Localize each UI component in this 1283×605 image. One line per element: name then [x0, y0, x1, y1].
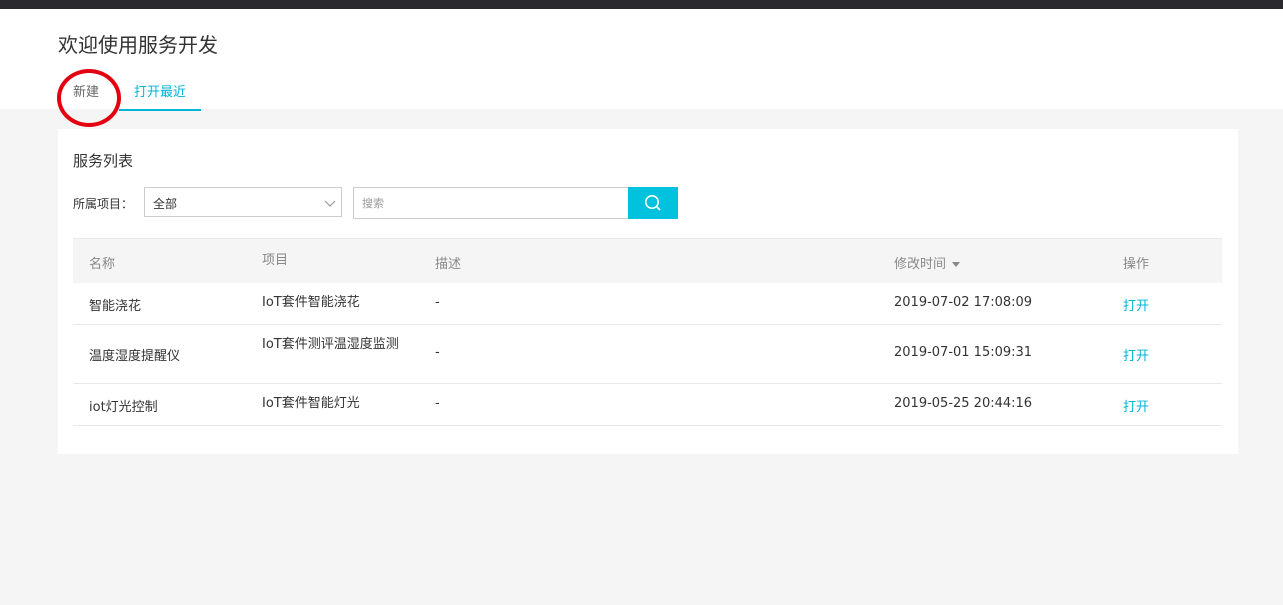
tab-open-recent[interactable]: 打开最近 [119, 81, 202, 111]
cell-project: IoT套件智能灯光 [262, 396, 360, 411]
service-table: 名称 项目 描述 修改时间 操作 智能浇花 IoT套件智能浇花 - 2019-0… [73, 238, 1222, 426]
column-header-modified-label: 修改时间 [894, 257, 947, 272]
search-input[interactable] [353, 187, 629, 219]
table-header: 名称 项目 描述 修改时间 操作 [73, 238, 1222, 283]
cell-modified: 2019-05-25 20:44:16 [894, 396, 1033, 411]
page-header: 欢迎使用服务开发 新建 打开最近 [0, 9, 1283, 111]
open-link[interactable]: 打开 [1123, 396, 1149, 415]
column-header-name: 名称 [89, 257, 116, 272]
chevron-down-icon [324, 200, 336, 207]
project-select[interactable]: 全部 [144, 187, 342, 217]
project-filter-label: 所属项目： [73, 197, 134, 211]
cell-name: iot灯光控制 [89, 400, 158, 415]
section-title: 服务列表 [73, 152, 134, 170]
table-row: iot灯光控制 IoT套件智能灯光 - 2019-05-25 20:44:16 … [73, 384, 1222, 426]
sort-caret-icon[interactable] [952, 262, 961, 267]
search-button[interactable] [628, 187, 678, 219]
cell-description: - [435, 396, 440, 411]
cell-project: IoT套件测评温湿度监测 [262, 337, 399, 352]
tab-new[interactable]: 新建 [58, 81, 114, 109]
page-title: 欢迎使用服务开发 [58, 33, 218, 57]
top-bar [0, 0, 1283, 9]
cell-description: - [435, 345, 440, 360]
open-link[interactable]: 打开 [1123, 295, 1149, 314]
project-select-value: 全部 [153, 197, 178, 211]
cell-name: 温度湿度提醒仪 [89, 349, 181, 364]
column-header-modified[interactable]: 修改时间 [894, 253, 961, 272]
cell-modified: 2019-07-02 17:08:09 [894, 295, 1033, 310]
column-header-action: 操作 [1123, 257, 1150, 272]
cell-name: 智能浇花 [89, 299, 142, 314]
table-row: 智能浇花 IoT套件智能浇花 - 2019-07-02 17:08:09 打开 [73, 283, 1222, 325]
cell-modified: 2019-07-01 15:09:31 [894, 345, 1033, 360]
column-header-project: 项目 [262, 253, 289, 268]
service-list-card: 服务列表 所属项目： 全部 名称 项目 描述 修改时间 操作 智能浇花 IoT套… [58, 129, 1238, 454]
table-row: 温度湿度提醒仪 IoT套件测评温湿度监测 - 2019-07-01 15:09:… [73, 325, 1222, 384]
cell-project: IoT套件智能浇花 [262, 295, 360, 310]
search-icon [645, 195, 661, 211]
open-link[interactable]: 打开 [1123, 345, 1149, 364]
column-header-description: 描述 [435, 257, 462, 272]
cell-description: - [435, 295, 440, 310]
